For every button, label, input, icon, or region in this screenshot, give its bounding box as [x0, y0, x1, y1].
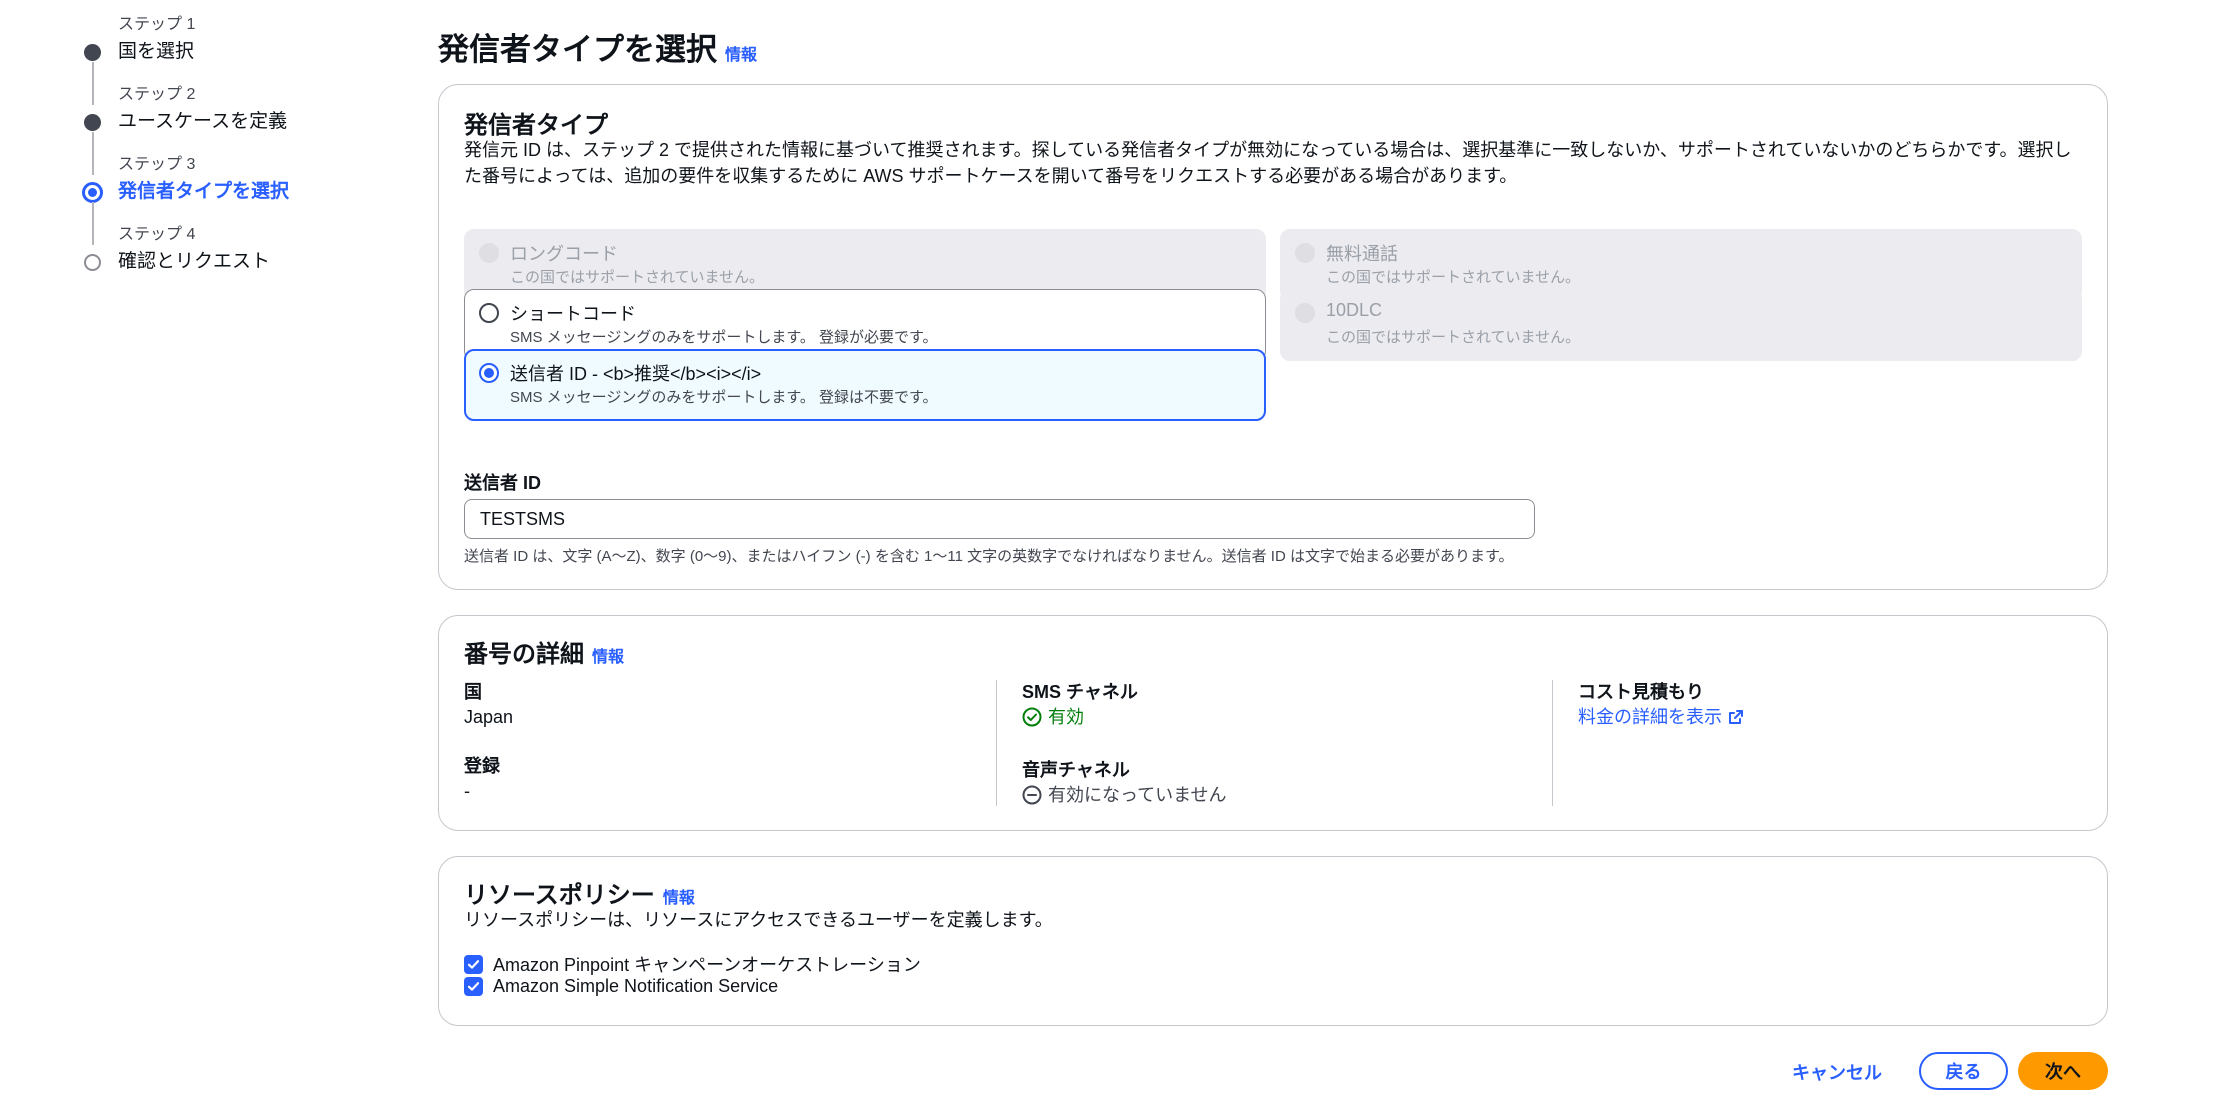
resource-policy-card: リソースポリシー 情報 リソースポリシーは、リソースにアクセスできるユーザーを定義… [438, 856, 2108, 1026]
step-3: ステップ 3 発信者タイプを選択 [82, 154, 402, 245]
option-description: この国ではサポートされていません。 [1326, 269, 1581, 286]
step-done-dot [84, 44, 101, 61]
step-title: 発信者タイプを選択 [118, 181, 290, 202]
step-current-dot [82, 182, 103, 203]
option-description: この国ではサポートされていません。 [1326, 329, 1581, 346]
step-1[interactable]: ステップ 1 国を選択 [82, 14, 402, 105]
option-description: この国ではサポートされていません。 [510, 269, 765, 286]
back-button[interactable]: 戻る [1919, 1052, 2008, 1090]
option-10dlc: 10DLC この国ではサポートされていません。 [1280, 289, 2082, 361]
sender-id-input[interactable] [464, 499, 1535, 539]
checkbox-pinpoint[interactable]: Amazon Pinpoint キャンペーンオーケストレーション [464, 951, 921, 977]
details-column-1: 国 Japan 登録 - [464, 680, 1004, 806]
card-title: 番号の詳細 情報 [464, 634, 624, 669]
country-value: Japan [464, 707, 514, 727]
sms-channel-value: 有効 [1022, 704, 1536, 734]
cost-estimate-key: コスト見積もり [1578, 682, 1704, 702]
step-title[interactable]: 国を選択 [118, 38, 194, 66]
option-label: ショートコード [510, 304, 636, 324]
option-sender-id[interactable]: 送信者 ID - <b>推奨</b><i></i> SMS メッセージングのみを… [464, 349, 1266, 421]
step-done-dot [84, 114, 101, 131]
card-description: リソースポリシーは、リソースにアクセスできるユーザーを定義します。 [464, 910, 1053, 930]
step-4: ステップ 4 確認とリクエスト [82, 224, 402, 294]
cancel-button[interactable]: キャンセル [1782, 1053, 1892, 1091]
option-label: 10DLC [1326, 300, 1383, 320]
info-link[interactable]: 情報 [663, 890, 695, 907]
card-title: リソースポリシー 情報 [464, 875, 695, 910]
number-details-card: 番号の詳細情報 国 Japan 登録 - SMS チャネル 有効 音声チャネル [438, 615, 2108, 831]
details-column-3: コスト見積もり 料金の詳細を表示 [1552, 680, 2092, 806]
voice-status-text: 有効になっていません [1048, 785, 1227, 805]
step-number: ステップ 1 [118, 16, 196, 33]
radio-button[interactable] [479, 303, 499, 323]
option-label: ロングコード [510, 244, 618, 264]
option-description: SMS メッセージングのみをサポートします。 登録は不要です。 [510, 389, 938, 406]
radio-button [1295, 243, 1315, 263]
checkbox-label: Amazon Simple Notification Service [493, 976, 779, 996]
radio-button-selected[interactable] [479, 363, 499, 383]
card-title-text: 番号の詳細 [464, 641, 584, 668]
card-description: 発信元 ID は、ステップ 2 で提供された情報に基づいて推奨されます。探してい… [464, 140, 2072, 186]
sender-id-hint: 送信者 ID は、文字 (A〜Z)、数字 (0〜9)、またはハイフン (-) を… [464, 548, 1514, 565]
sender-type-card: 発信者タイプ 発信元 ID は、ステップ 2 で提供された情報に基づいて推奨され… [438, 84, 2108, 590]
step-number: ステップ 2 [118, 86, 196, 103]
checkbox-checked-icon[interactable] [464, 977, 483, 996]
checkbox-sns[interactable]: Amazon Simple Notification Service [464, 976, 778, 997]
sms-channel-key: SMS チャネル [1022, 682, 1138, 702]
registration-value: - [464, 781, 470, 801]
radio-button [479, 243, 499, 263]
option-label: 無料通話 [1326, 244, 1398, 264]
step-title[interactable]: ユースケースを定義 [118, 108, 287, 136]
wizard-steps: ステップ 1 国を選択 ステップ 2 ユースケースを定義 ステップ 3 発信者タ… [82, 14, 402, 294]
step-number: ステップ 3 [118, 156, 196, 173]
check-circle-icon [1022, 707, 1042, 727]
card-title-text: リソースポリシー [464, 882, 655, 909]
card-title: 発信者タイプ [464, 112, 608, 139]
step-number: ステップ 4 [118, 226, 196, 243]
info-link[interactable]: 情報 [592, 649, 624, 666]
country-key: 国 [464, 682, 482, 702]
next-button[interactable]: 次へ [2018, 1052, 2108, 1090]
external-link-icon [1729, 710, 1743, 724]
status-enabled: 有効 [1022, 704, 1084, 730]
checkbox-checked-icon[interactable] [464, 954, 483, 974]
details-column-2: SMS チャネル 有効 音声チャネル 有効になっていません [996, 680, 1536, 806]
option-label: 送信者 ID - <b>推奨</b><i></i> [510, 364, 762, 384]
pricing-link-text: 料金の詳細を表示 [1578, 707, 1722, 727]
voice-channel-value: 有効になっていません [1022, 782, 1536, 812]
step-title: 確認とリクエスト [118, 251, 271, 272]
radio-button [1295, 303, 1315, 323]
minus-circle-icon [1022, 785, 1042, 805]
page-title: 発信者タイプを選択 情報 [438, 24, 757, 69]
sender-id-label: 送信者 ID [464, 473, 542, 493]
sms-status-text: 有効 [1048, 707, 1084, 727]
voice-channel-key: 音声チャネル [1022, 760, 1130, 780]
page-title-text: 発信者タイプを選択 [438, 32, 717, 67]
pricing-details-link[interactable]: 料金の詳細を表示 [1578, 704, 1744, 730]
step-todo-dot [84, 254, 101, 271]
registration-key: 登録 [464, 756, 500, 776]
checkbox-label: Amazon Pinpoint キャンペーンオーケストレーション [493, 955, 921, 975]
info-link[interactable]: 情報 [725, 47, 757, 64]
step-2[interactable]: ステップ 2 ユースケースを定義 [82, 84, 402, 175]
option-description: SMS メッセージングのみをサポートします。 登録が必要です。 [510, 329, 938, 346]
status-disabled: 有効になっていません [1022, 782, 1227, 808]
